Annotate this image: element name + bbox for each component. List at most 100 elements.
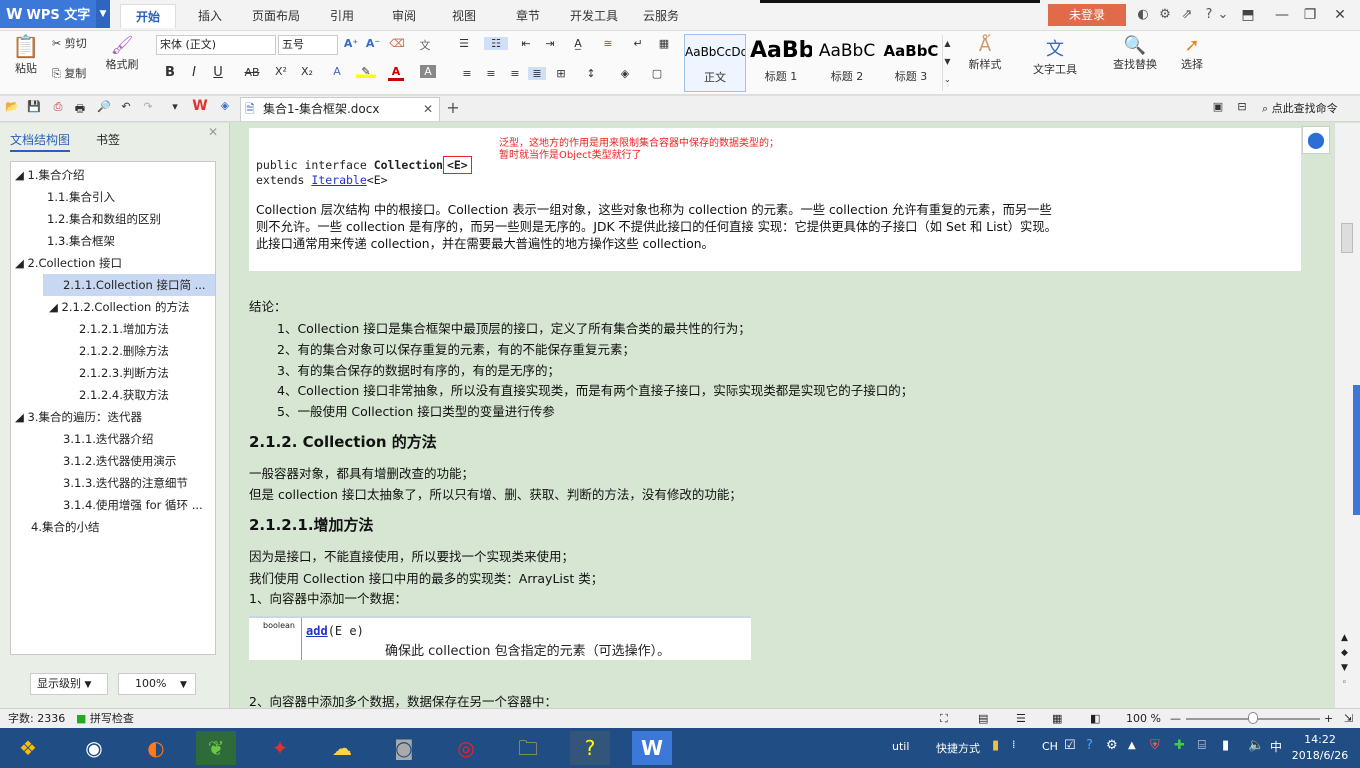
chevron-down-icon[interactable]: ⌄ xyxy=(1214,6,1232,24)
wps-home-icon[interactable]: W xyxy=(190,98,210,114)
help-icon[interactable]: ? xyxy=(1086,738,1093,753)
tab-page-layout[interactable]: 页面布局 xyxy=(244,4,308,28)
style-heading-2[interactable]: AaBbC 标题 2 xyxy=(816,34,878,92)
open-icon[interactable]: 📂 xyxy=(4,100,20,113)
skin-icon[interactable]: ◐ xyxy=(1134,6,1152,24)
network-icon[interactable]: ▮ xyxy=(1222,738,1229,753)
font-size-select[interactable]: 五号 xyxy=(278,35,338,55)
view-full-icon[interactable]: ⛶ xyxy=(940,709,948,728)
chinese-layout-icon[interactable]: ≅ xyxy=(598,37,618,50)
login-button[interactable]: 未登录 xyxy=(1048,4,1126,26)
redo-icon[interactable]: ↷ xyxy=(140,100,156,113)
outline-item[interactable]: 3.1.1.迭代器介绍 xyxy=(63,428,153,450)
camera-icon[interactable]: ◙ xyxy=(384,731,424,765)
outline-item-selected[interactable]: 2.1.1.Collection 接口简 ... xyxy=(43,274,215,296)
export-pdf-icon[interactable]: ⎙ xyxy=(50,100,66,114)
netease-music-icon[interactable]: ◎ xyxy=(446,731,486,765)
outline-item[interactable]: 4.集合的小结 xyxy=(31,516,99,538)
outline-item[interactable]: 3.1.2.迭代器使用演示 xyxy=(63,450,176,472)
restore-ribbon-icon[interactable]: ⬒ xyxy=(1234,4,1262,26)
font-color-icon[interactable]: A xyxy=(388,65,404,81)
close-icon[interactable]: ✕ xyxy=(423,98,433,120)
scroll-thumb[interactable] xyxy=(1341,223,1353,253)
outline-item[interactable]: ◢ 1.集合介绍 xyxy=(15,164,84,186)
select-button[interactable]: ➚ 选择 xyxy=(1172,35,1212,72)
chevron-down-icon[interactable]: ▾ xyxy=(168,100,182,113)
tab-references[interactable]: 引用 xyxy=(318,4,366,28)
outline-item[interactable]: 2.1.2.1.增加方法 xyxy=(79,318,169,340)
start-button-icon[interactable]: ❖ xyxy=(8,731,48,765)
new-style-button[interactable]: Ǻ 新样式 xyxy=(958,35,1012,72)
style-heading-1[interactable]: AaBb 标题 1 xyxy=(750,34,812,92)
add-method-link[interactable]: add xyxy=(306,624,328,638)
gear-icon[interactable]: ⚙ xyxy=(1156,6,1174,24)
tray-util[interactable]: util xyxy=(892,740,909,753)
input-method-icon[interactable]: ☑ xyxy=(1064,738,1076,753)
minimize-icon[interactable]: — xyxy=(1268,4,1296,26)
tray-overflow[interactable]: ⁞ xyxy=(1012,738,1016,751)
bullets-icon[interactable]: ☰ xyxy=(454,37,474,50)
paragraph-marks-icon[interactable]: ↵ xyxy=(628,37,648,50)
cut-button[interactable]: ✂ 剪切 xyxy=(52,35,98,51)
find-replace-button[interactable]: 🔍 查找替换 xyxy=(1104,35,1166,72)
paste-button[interactable]: 📋 粘贴 xyxy=(8,35,44,76)
copy-button[interactable]: ⎘ 复制 xyxy=(52,65,98,81)
table-icon[interactable]: ▦ xyxy=(654,37,674,50)
outline-item[interactable]: 2.1.2.4.获取方法 xyxy=(79,384,169,406)
outline-item[interactable]: ◢ 3.集合的遍历：迭代器 xyxy=(15,406,142,428)
tab-chapter[interactable]: 章节 xyxy=(504,4,552,28)
bold-icon[interactable]: B xyxy=(162,65,178,80)
border-icon[interactable]: ▢ xyxy=(646,67,668,80)
chrome-icon[interactable]: ◉ xyxy=(74,731,114,765)
spell-check[interactable]: ■ 拼写检查 xyxy=(76,709,134,728)
outline-item[interactable]: 3.1.4.使用增强 for 循环 ... xyxy=(63,494,203,516)
align-right-icon[interactable]: ≡ xyxy=(506,67,524,80)
wps-writer-icon[interactable]: W xyxy=(632,731,672,765)
maximize-icon[interactable]: ❐ xyxy=(1296,4,1324,26)
tab-bookmarks[interactable]: 书签 xyxy=(96,131,120,148)
superscript-icon[interactable]: X² xyxy=(272,65,290,78)
format-painter-button[interactable]: 🖌 格式刷 xyxy=(102,35,142,72)
view-page-icon[interactable]: ▤ xyxy=(978,709,988,728)
outline-item[interactable]: 2.1.2.2.删除方法 xyxy=(79,340,169,362)
indent-icon[interactable]: ⇥ xyxy=(540,37,560,50)
input-language[interactable]: CH xyxy=(1042,740,1058,753)
location-pin-icon[interactable]: ⬤ xyxy=(1302,126,1330,154)
spring-tool-icon[interactable]: ❦ xyxy=(196,731,236,765)
security-icon[interactable]: ⛨ xyxy=(1150,738,1160,753)
outline-item[interactable]: 1.2.集合和数组的区别 xyxy=(47,208,161,230)
tab-review[interactable]: 审阅 xyxy=(380,4,428,28)
chevron-up-icon[interactable]: ▲ xyxy=(1128,740,1136,751)
help-app-icon[interactable]: ? xyxy=(570,731,610,765)
shading-icon[interactable]: ◈ xyxy=(614,67,636,80)
undo-icon[interactable]: ↶ xyxy=(118,100,134,113)
close-icon[interactable]: ✕ xyxy=(1326,4,1354,26)
clear-format-icon[interactable]: ⌫ xyxy=(388,37,406,50)
phonetic-icon[interactable]: 文 xyxy=(412,37,438,53)
tab-document-map[interactable]: 文档结构图 xyxy=(10,131,71,152)
align-center-icon[interactable]: ≡ xyxy=(482,67,500,80)
zoom-slider-thumb[interactable] xyxy=(1248,712,1258,724)
close-icon[interactable]: ✕ xyxy=(208,125,218,139)
shrink-font-icon[interactable]: A⁻ xyxy=(364,37,382,50)
command-search[interactable]: ⌕ 点此查找命令 xyxy=(1262,100,1358,116)
usb-icon[interactable]: ⌸ xyxy=(1198,738,1206,753)
zoom-in-icon[interactable]: + xyxy=(1324,709,1333,728)
cube-icon[interactable]: ◈ xyxy=(216,99,234,112)
wps-menu-button[interactable]: W WPS 文字 ▼ xyxy=(0,0,110,28)
subscript-icon[interactable]: X₂ xyxy=(298,65,316,78)
folder-icon[interactable]: ▮ xyxy=(992,738,999,753)
outline-zoom-select[interactable]: 100% ▼ xyxy=(118,673,196,695)
volume-icon[interactable]: 🔈 xyxy=(1248,738,1264,753)
outline-item[interactable]: 2.1.2.3.判断方法 xyxy=(79,362,169,384)
ime-icon[interactable]: 中 xyxy=(1270,738,1282,755)
side-panel-toggle[interactable] xyxy=(1353,385,1360,515)
tab-cloud[interactable]: 云服务 xyxy=(634,4,688,28)
strikethrough-icon[interactable]: AB xyxy=(240,66,264,79)
tray-shortcut[interactable]: 快捷方式 xyxy=(936,740,980,756)
view-read-icon[interactable]: ◧ xyxy=(1090,709,1100,728)
styles-scroll[interactable]: ▲ ▼ ⌄ xyxy=(942,35,952,91)
text-tools-button[interactable]: 文文字工具 xyxy=(1024,35,1086,77)
print-preview-icon[interactable]: 🔎 xyxy=(96,100,112,113)
italic-icon[interactable]: I xyxy=(186,65,202,80)
